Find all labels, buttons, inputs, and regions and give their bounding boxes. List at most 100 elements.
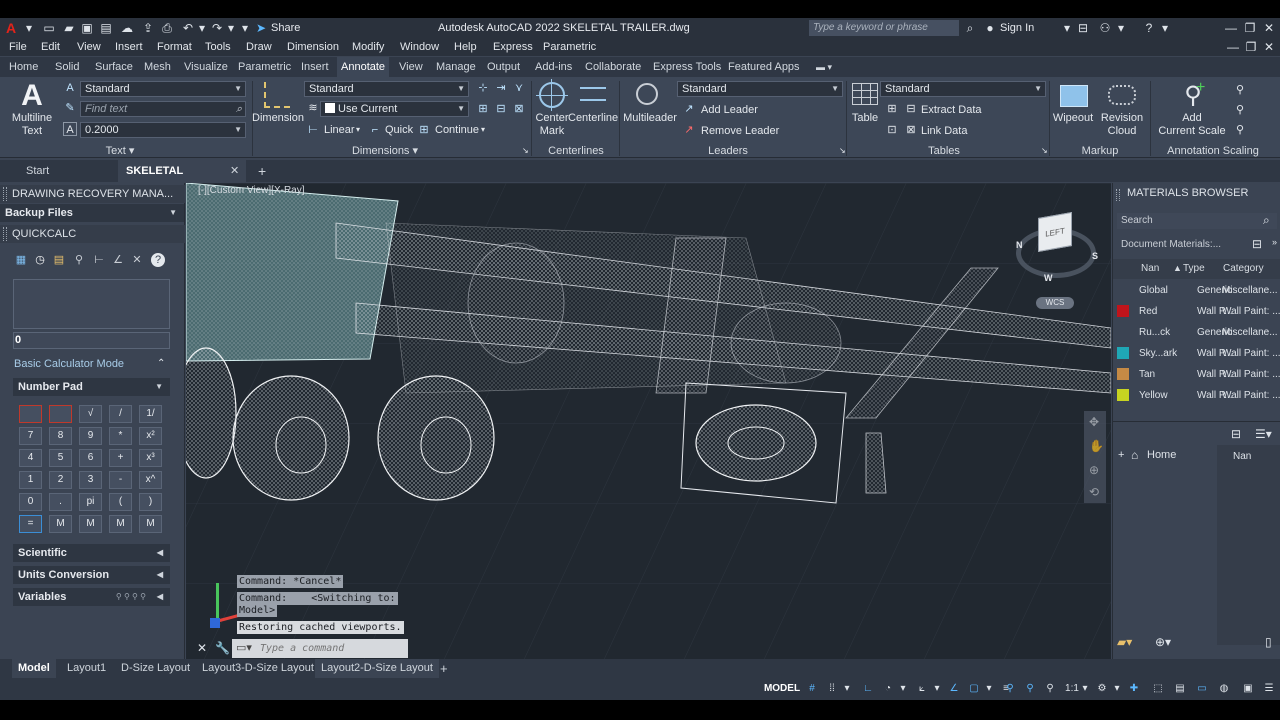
annotation-scale-value[interactable]: 1:1 bbox=[1062, 681, 1082, 697]
wipeout-button[interactable]: Wipeout bbox=[1050, 112, 1096, 124]
library-view-icon[interactable]: ⊟ bbox=[1231, 427, 1241, 441]
column-category-header[interactable]: Category bbox=[1223, 263, 1264, 274]
palette-grip-icon[interactable] bbox=[3, 187, 7, 201]
calc-key-sqrt[interactable]: √ bbox=[79, 405, 102, 423]
center-mark-label-2[interactable]: Mark bbox=[530, 125, 574, 137]
menu-modify[interactable]: Modify bbox=[352, 38, 384, 56]
angle-icon[interactable]: ∠ bbox=[111, 253, 125, 267]
tab-annotate[interactable]: Annotate bbox=[337, 57, 390, 77]
object-snap-icon[interactable]: ▢ bbox=[966, 681, 982, 697]
menu-parametric[interactable]: Parametric bbox=[543, 38, 596, 56]
manage-library-icon[interactable]: ▰▾ bbox=[1117, 635, 1132, 649]
orbit-icon[interactable]: ⟲ bbox=[1089, 485, 1099, 499]
model-space-toggle[interactable]: MODEL bbox=[762, 681, 802, 697]
print-icon[interactable]: ⎙ bbox=[160, 21, 174, 35]
close-tab-icon[interactable]: ✕ bbox=[222, 160, 247, 182]
polar-dropdown-icon[interactable]: ▾ bbox=[898, 681, 908, 697]
dim-tool-icon-1[interactable]: ⊹ bbox=[476, 81, 490, 95]
history-icon[interactable]: ◷ bbox=[33, 253, 47, 267]
tab-layout3[interactable]: Layout3-D-Size Layout bbox=[196, 659, 320, 678]
material-row[interactable]: Yellow Wall P... Wall Paint: ... bbox=[1113, 385, 1280, 406]
drawing-recovery-title[interactable]: DRAWING RECOVERY MANA... bbox=[0, 185, 185, 203]
calc-key-memory-add[interactable]: M bbox=[79, 515, 102, 533]
material-row[interactable]: Ru...ck Generic Miscellane... bbox=[1113, 322, 1280, 343]
cart-icon[interactable]: ⊟ bbox=[1076, 21, 1090, 35]
find-text-input[interactable]: Find text ⌕ bbox=[80, 101, 246, 117]
dim-tool-icon-2[interactable]: ⇥ bbox=[494, 81, 508, 95]
tab-home[interactable]: Home bbox=[9, 57, 38, 77]
calc-key-0[interactable]: 0 bbox=[19, 493, 42, 511]
palette-grip-icon[interactable] bbox=[3, 227, 7, 241]
polar-icon[interactable]: ◔ bbox=[880, 681, 896, 697]
palette-grip-icon[interactable] bbox=[1116, 189, 1120, 201]
user-icon[interactable]: ● bbox=[983, 21, 997, 35]
zoom-icon[interactable]: ⊕ bbox=[1089, 463, 1099, 477]
calc-key-decimal[interactable]: . bbox=[49, 493, 72, 511]
dimension-icon[interactable] bbox=[264, 82, 290, 108]
tab-solid[interactable]: Solid bbox=[55, 57, 79, 77]
sign-in-dropdown-icon[interactable]: ▾ bbox=[1060, 21, 1074, 35]
quick-properties-icon[interactable]: ▤ bbox=[1172, 681, 1188, 697]
close-command-line-icon[interactable]: ✕ bbox=[197, 641, 207, 655]
calc-display-input[interactable]: 0 bbox=[13, 332, 170, 349]
backup-files-header[interactable]: Backup Files ▼ bbox=[0, 204, 184, 222]
doc-minimize-icon[interactable]: — bbox=[1226, 40, 1240, 54]
calc-key-1[interactable]: 1 bbox=[19, 471, 42, 489]
dialog-launcher-icon[interactable]: ↘ bbox=[839, 144, 846, 158]
multiline-text-icon[interactable]: A bbox=[19, 80, 45, 112]
ortho-icon[interactable]: ∟ bbox=[860, 681, 876, 697]
add-scale-icon[interactable]: ⚲ + bbox=[1178, 79, 1208, 110]
quick-dim-button[interactable]: Quick bbox=[385, 123, 413, 137]
continue-dim-button[interactable]: Continue bbox=[435, 123, 479, 137]
units-conversion-header[interactable]: Units Conversion ◀ bbox=[13, 566, 170, 584]
help-search-input[interactable]: Type a keyword or phrase bbox=[809, 20, 959, 36]
dialog-launcher-icon[interactable]: ↘ bbox=[1041, 144, 1048, 158]
document-materials-dropdown[interactable]: Document Materials:... bbox=[1121, 239, 1221, 250]
centerline-icon[interactable] bbox=[580, 87, 606, 101]
link-data-button[interactable]: Link Data bbox=[921, 124, 967, 138]
compass-north-label[interactable]: N bbox=[1016, 240, 1023, 250]
open-folder-icon[interactable]: ▰ bbox=[62, 21, 76, 35]
command-input[interactable] bbox=[260, 641, 400, 656]
quickcalc-title[interactable]: QUICKCALC bbox=[0, 225, 185, 243]
connect-icon[interactable]: ⚇ bbox=[1098, 21, 1112, 35]
menu-draw[interactable]: Draw bbox=[246, 38, 272, 56]
tab-model[interactable]: Model bbox=[12, 659, 56, 678]
markup-panel-title[interactable]: Markup bbox=[1068, 144, 1132, 158]
menu-insert[interactable]: Insert bbox=[115, 38, 143, 56]
intersection-icon[interactable]: ✕ bbox=[130, 253, 144, 267]
workspace-gear-icon[interactable]: ⚙ bbox=[1094, 681, 1110, 697]
calc-key-memory-store[interactable]: M bbox=[49, 515, 72, 533]
menu-dropdown-icon[interactable]: ▾ bbox=[22, 21, 36, 35]
calc-key-open-paren[interactable]: ( bbox=[109, 493, 132, 511]
linear-dim-button[interactable]: Linear bbox=[324, 123, 355, 137]
isolate-objects-icon[interactable]: ◍ bbox=[1216, 681, 1232, 697]
help-icon[interactable]: ? bbox=[151, 253, 165, 267]
open-web-icon[interactable]: ☁ bbox=[120, 21, 134, 35]
calc-key-8[interactable]: 8 bbox=[49, 427, 72, 445]
calc-key-5[interactable]: 5 bbox=[49, 449, 72, 467]
dimension-style-select[interactable]: Standard ▼ bbox=[304, 81, 469, 97]
undo-icon[interactable]: ↶ bbox=[181, 21, 195, 35]
search-icon[interactable]: ⌕ bbox=[963, 21, 977, 35]
library-content-pane[interactable]: Nan bbox=[1217, 445, 1280, 645]
menu-dimension[interactable]: Dimension bbox=[287, 38, 339, 56]
autocad-logo-icon[interactable]: A bbox=[6, 18, 16, 38]
wipeout-icon[interactable] bbox=[1060, 85, 1088, 107]
clear-icon[interactable]: ▦ bbox=[14, 253, 28, 267]
customization-icon[interactable]: ☰ bbox=[1262, 681, 1276, 697]
tab-d-size-layout[interactable]: D-Size Layout bbox=[115, 659, 196, 678]
isodraft-icon[interactable]: ⟀ bbox=[914, 681, 930, 697]
tab-express-tools[interactable]: Express Tools bbox=[653, 57, 721, 77]
centerlines-panel-title[interactable]: Centerlines bbox=[540, 144, 612, 158]
table-icon[interactable] bbox=[852, 83, 878, 105]
tab-output[interactable]: Output bbox=[487, 57, 520, 77]
library-column-name-header[interactable]: Nan bbox=[1233, 451, 1251, 462]
material-row[interactable]: Sky...ark Wall P... Wall Paint: ... bbox=[1113, 343, 1280, 364]
variable-tools-icon[interactable]: ⚲ ⚲ ⚲ ⚲ bbox=[116, 588, 146, 606]
calc-key-minus[interactable]: - bbox=[109, 471, 132, 489]
revision-cloud-label-2[interactable]: Cloud bbox=[1098, 125, 1146, 137]
centerline-button[interactable]: Centerline bbox=[568, 112, 618, 124]
tab-parametric[interactable]: Parametric bbox=[238, 57, 291, 77]
variables-header[interactable]: Variables ⚲ ⚲ ⚲ ⚲ ◀ bbox=[13, 588, 170, 606]
